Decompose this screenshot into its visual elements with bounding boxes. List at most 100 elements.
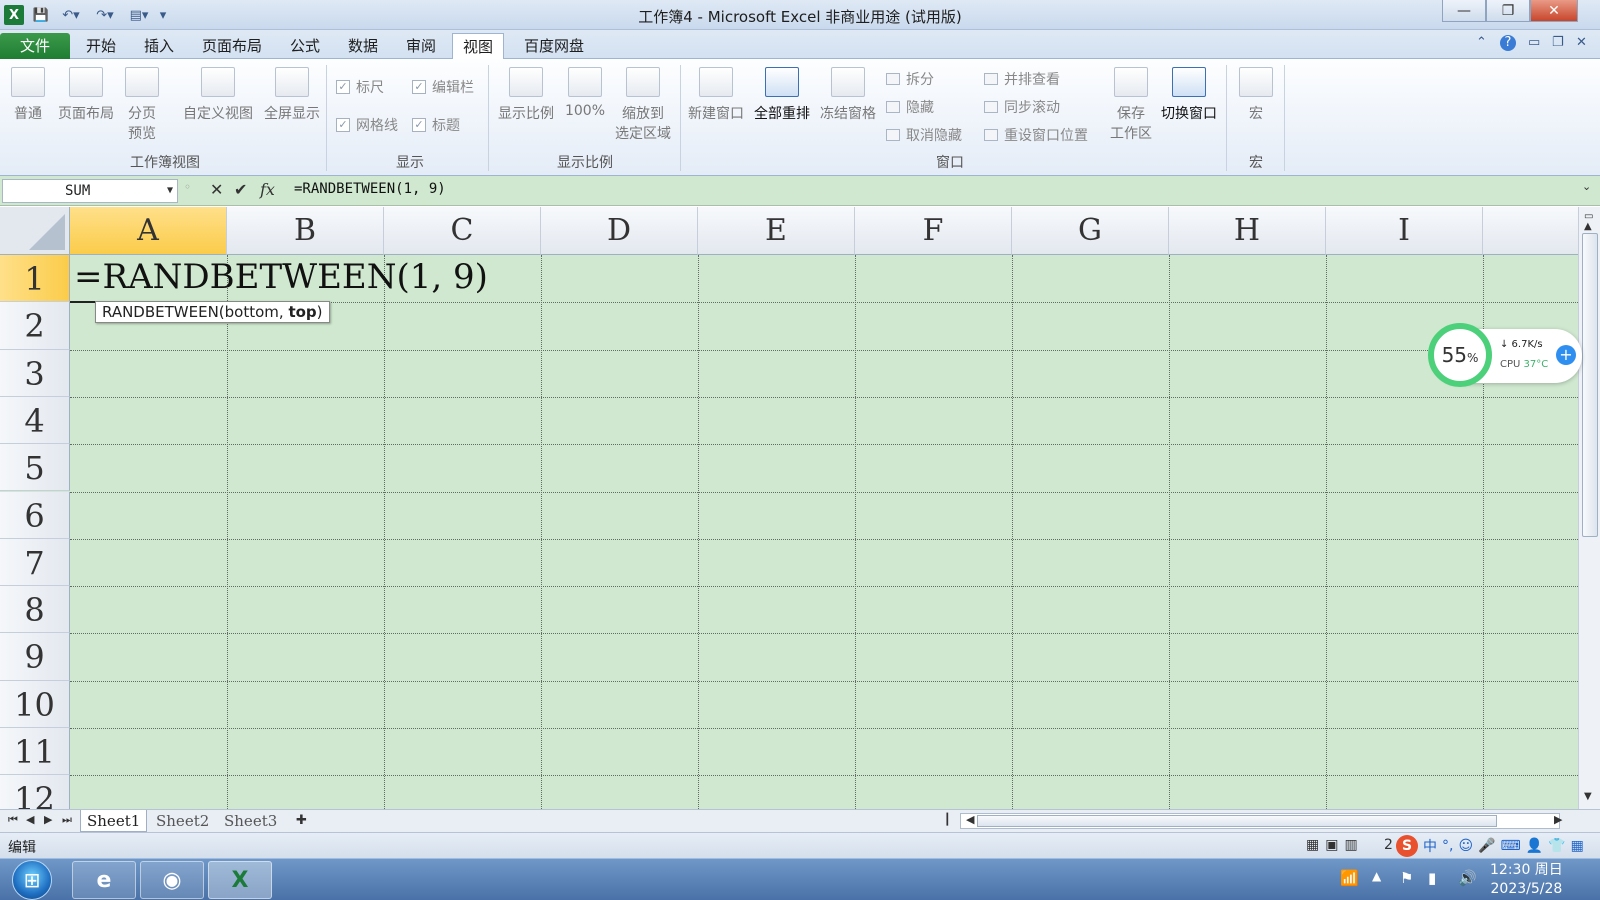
cell-a1[interactable]: =RANDBETWEEN(1, 9): [74, 257, 488, 297]
column-header-c[interactable]: C: [384, 207, 541, 255]
switch-windows-button[interactable]: 切换窗口: [1156, 67, 1222, 123]
freeze-panes-button[interactable]: 冻结窗格: [816, 67, 880, 123]
first-sheet-icon[interactable]: ⏮: [8, 813, 18, 827]
page-layout-view-button[interactable]: 页面布局: [54, 67, 118, 123]
excel-taskbar-icon[interactable]: X: [208, 861, 272, 899]
dropdown-icon[interactable]: ▼: [167, 180, 173, 202]
tab-split-handle-icon[interactable]: ┃: [944, 813, 951, 826]
minimize-button[interactable]: —: [1442, 0, 1486, 22]
column-header-g[interactable]: G: [1012, 207, 1169, 255]
tab-review[interactable]: 审阅: [396, 33, 446, 59]
tab-insert[interactable]: 插入: [134, 33, 184, 59]
next-sheet-icon[interactable]: ▶: [44, 813, 52, 826]
emoji-icon[interactable]: ☺: [1458, 838, 1473, 854]
view-side-by-side-button[interactable]: 并排查看: [984, 69, 1060, 89]
voice-icon[interactable]: 🎤: [1478, 838, 1495, 854]
sheet-tab-sheet2[interactable]: Sheet2: [150, 810, 215, 832]
show-hidden-icons-icon[interactable]: ▲: [1372, 869, 1381, 883]
sogou-ime-icon[interactable]: S: [1396, 835, 1418, 857]
row-header-7[interactable]: 7: [0, 538, 70, 587]
system-clock[interactable]: 12:30 周日 2023/5/28: [1490, 861, 1563, 899]
horizontal-scrollbar[interactable]: [960, 813, 1560, 829]
synchronous-scrolling-button[interactable]: 同步滚动: [984, 97, 1060, 117]
system-monitor-widget[interactable]: 55% ↓ 6.7K/s CPU 37°C +: [1428, 323, 1582, 387]
split-button[interactable]: 拆分: [886, 69, 934, 89]
tab-data[interactable]: 数据: [338, 33, 388, 59]
column-header-e[interactable]: E: [698, 207, 855, 255]
skin-icon[interactable]: 👕: [1548, 838, 1565, 854]
insert-sheet-icon[interactable]: ✚: [296, 813, 307, 828]
collapse-ribbon-icon[interactable]: ⌃: [1476, 35, 1487, 50]
expand-icon[interactable]: ◦: [184, 180, 191, 194]
column-header-f[interactable]: F: [855, 207, 1012, 255]
scroll-right-icon[interactable]: ▶: [1554, 813, 1562, 826]
last-sheet-icon[interactable]: ⏭: [62, 813, 72, 827]
boost-plus-icon[interactable]: +: [1556, 345, 1576, 365]
tab-view[interactable]: 视图: [452, 33, 505, 60]
row-header-4[interactable]: 4: [0, 396, 70, 445]
normal-view-button[interactable]: 普通: [10, 67, 46, 123]
user-icon[interactable]: 👤: [1526, 838, 1543, 854]
sheet-tab-sheet3[interactable]: Sheet3: [218, 810, 283, 832]
expand-formula-icon[interactable]: ⌄: [1582, 180, 1591, 193]
row-header-2[interactable]: 2: [0, 302, 70, 350]
hscroll-thumb[interactable]: [977, 815, 1497, 827]
hide-button[interactable]: 隐藏: [886, 97, 934, 117]
full-screen-button[interactable]: 全屏显示: [260, 67, 324, 123]
row-header-8[interactable]: 8: [0, 586, 70, 634]
scroll-left-icon[interactable]: ◀: [966, 813, 974, 826]
column-header-b[interactable]: B: [227, 207, 384, 255]
gridlines-checkbox[interactable]: ✓ 网格线: [336, 115, 398, 135]
doc-restore-icon[interactable]: ❐: [1552, 35, 1564, 50]
arrange-all-button[interactable]: 全部重排: [750, 67, 814, 123]
ruler-checkbox[interactable]: ✓ 标尺: [336, 77, 384, 97]
network-tray-icon[interactable]: ▮: [1428, 869, 1436, 887]
tab-baidu-netdisk[interactable]: 百度网盘: [514, 33, 594, 59]
doc-minimize-icon[interactable]: ▭: [1528, 35, 1540, 50]
scroll-down-icon[interactable]: ▼: [1584, 791, 1592, 802]
column-header-d[interactable]: D: [541, 207, 698, 255]
help-icon[interactable]: ?: [1500, 35, 1516, 51]
column-header-a[interactable]: A: [70, 207, 227, 255]
ie-browser-icon[interactable]: e: [72, 861, 136, 899]
vertical-scrollbar[interactable]: ▭ ▲ ▼: [1578, 207, 1600, 809]
view-shortcuts[interactable]: ▦▣▥: [1306, 837, 1364, 853]
row-header-11[interactable]: 11: [0, 728, 70, 776]
maximize-button[interactable]: ❐: [1486, 0, 1530, 22]
save-workspace-button[interactable]: 保存 工作区: [1106, 67, 1156, 143]
reset-window-position-button[interactable]: 重设窗口位置: [984, 125, 1088, 145]
zoom-button[interactable]: 显示比例: [494, 67, 558, 123]
column-header-i[interactable]: I: [1326, 207, 1483, 255]
wifi-app-icon[interactable]: ◉: [140, 861, 204, 899]
doc-close-icon[interactable]: ✕: [1576, 35, 1587, 50]
punctuation-icon[interactable]: °,: [1442, 838, 1453, 854]
scroll-up-icon[interactable]: ▲: [1584, 221, 1592, 232]
action-center-icon[interactable]: ⚑: [1400, 869, 1413, 887]
row-header-6[interactable]: 6: [0, 491, 70, 539]
ime-toolbar[interactable]: S 中 °, ☺ 🎤 ⌨ 👤 👕 ▦: [1396, 835, 1584, 857]
tab-page-layout[interactable]: 页面布局: [192, 33, 272, 59]
wifi-tray-icon[interactable]: 📶: [1340, 869, 1359, 887]
unhide-button[interactable]: 取消隐藏: [886, 125, 962, 145]
tab-file[interactable]: 文件: [0, 33, 70, 59]
row-header-9[interactable]: 9: [0, 633, 70, 681]
name-box[interactable]: SUM ▼: [2, 179, 178, 203]
close-button[interactable]: ✕: [1530, 0, 1578, 22]
formula-bar-checkbox[interactable]: ✓ 编辑栏: [412, 77, 474, 97]
prev-sheet-icon[interactable]: ◀: [26, 813, 34, 826]
page-break-preview-button[interactable]: 分页 预览: [124, 67, 160, 143]
zoom-level[interactable]: 2: [1384, 837, 1393, 853]
formula-input[interactable]: =RANDBETWEEN(1, 9): [294, 181, 446, 197]
start-button[interactable]: ⊞: [12, 860, 52, 900]
keyboard-icon[interactable]: ⌨: [1501, 838, 1521, 854]
scroll-thumb[interactable]: [1582, 233, 1598, 537]
tab-home[interactable]: 开始: [76, 33, 126, 59]
new-window-button[interactable]: 新建窗口: [684, 67, 748, 123]
zoom-to-selection-button[interactable]: 缩放到 选定区域: [610, 67, 676, 143]
chinese-mode-icon[interactable]: 中: [1423, 836, 1437, 856]
row-header-12[interactable]: 12: [0, 775, 70, 809]
select-all-button[interactable]: [0, 207, 70, 255]
row-header-5[interactable]: 5: [0, 444, 70, 492]
row-header-3[interactable]: 3: [0, 349, 70, 397]
toolbox-icon[interactable]: ▦: [1571, 838, 1584, 854]
